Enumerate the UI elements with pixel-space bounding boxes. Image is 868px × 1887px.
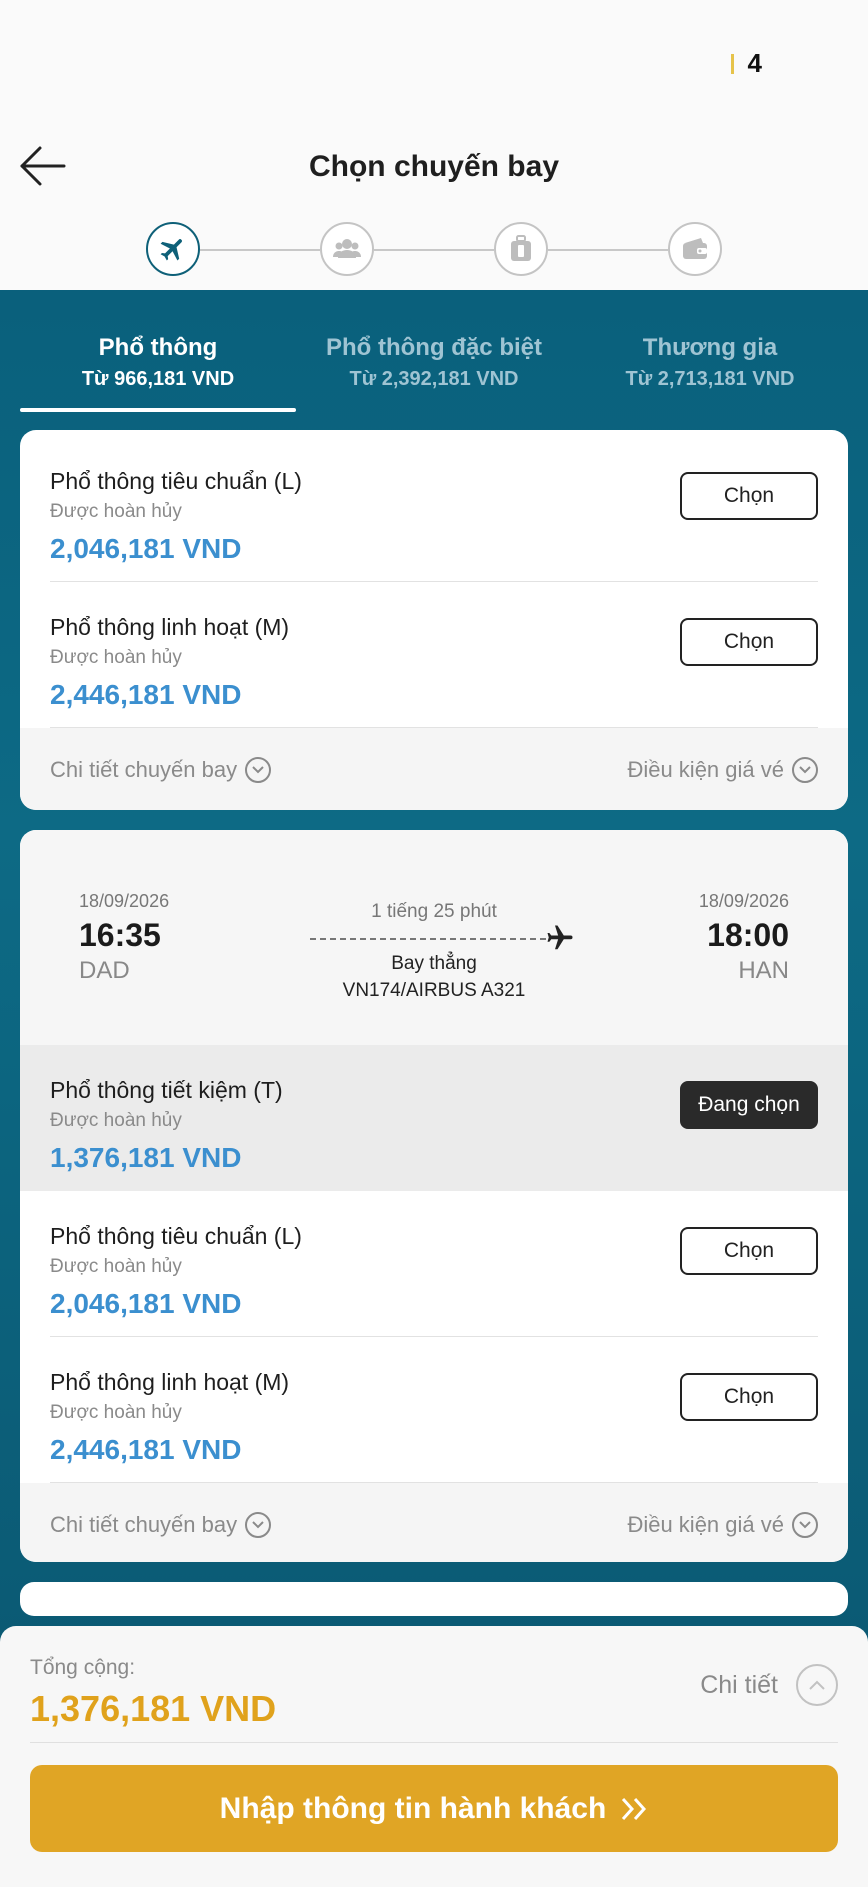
arrival-date: 18/09/2026 [698,891,789,911]
tab-price: Từ 2,713,181 VND [625,368,795,390]
flight-info: 18/09/2026 16:35 DAD 1 tiếng 25 phút Bay… [20,830,848,1045]
fare-conditions-link[interactable]: Điều kiện giá vé [627,757,818,783]
choose-fare-button[interactable]: Chọn [680,1373,818,1421]
fare-option: Phổ thông linh hoạt (M) Được hoàn hủy 2,… [20,1337,848,1483]
tab-price: Từ 966,181 VND [81,368,235,390]
flight-card: 18/09/2026 16:35 DAD 1 tiếng 25 phút Bay… [20,830,848,1562]
flight-details-link[interactable]: Chi tiết chuyến bay [50,757,272,783]
status-indicator: 4 [730,48,762,79]
choose-fare-button[interactable]: Chọn [680,618,818,666]
tab-name: Thương gia [642,334,778,361]
tab-price: Từ 2,392,181 VND [349,368,519,390]
tab-premium-economy[interactable]: Phổ thông đặc biệt Từ 2,392,181 VND [296,300,572,414]
choose-fare-button[interactable]: Chọn [680,472,818,520]
total-label: Tổng cộng: [30,1656,136,1679]
enter-passenger-info-button[interactable]: Nhập thông tin hành khách [30,1765,838,1852]
step-connector [548,249,668,251]
status-mark [730,53,734,74]
tab-name: Phổ thông [98,334,218,361]
tab-name: Phổ thông đặc biệt [326,334,542,361]
divider [30,1742,838,1743]
tab-economy[interactable]: Phổ thông Từ 966,181 VND [20,300,296,414]
status-number: 4 [747,48,762,78]
flight-details-label: Chi tiết chuyến bay [50,757,238,782]
passengers-icon [333,239,361,258]
flight-card: Phổ thông tiêu chuẩn (L) Được hoàn hủy 2… [20,430,848,810]
flight-number: VN174/AIRBUS A321 [342,980,526,1001]
step-flight[interactable] [146,222,200,276]
card-footer: Chi tiết chuyến bay Điều kiện giá vé [20,1483,848,1562]
chevron-up-icon [796,1664,838,1706]
flight-card-next [20,1582,848,1616]
fare-option: Phổ thông linh hoạt (M) Được hoàn hủy 2,… [20,582,848,728]
route-line [310,938,546,940]
page-title: Chọn chuyến bay [308,150,560,183]
booking-steps [146,222,722,278]
arrival-airport: HAN [738,957,789,984]
total-price: 1,376,181 VND [30,1688,277,1729]
baggage-icon [511,235,531,261]
header-area: 4 Chọn chuyến bay [0,0,868,290]
fare-price: 2,446,181 VND [50,679,242,710]
arrival-time: 18:00 [707,917,789,953]
fare-option: Phổ thông tiêu chuẩn (L) Được hoàn hủy 2… [20,1191,848,1337]
chevron-down-icon [245,757,272,783]
cta-label: Nhập thông tin hành khách [219,1791,607,1825]
fare-price: 2,446,181 VND [50,1434,242,1465]
fare-price: 2,046,181 VND [50,1288,242,1319]
summary-panel: Tổng cộng: 1,376,181 VND Chi tiết Nhập t… [0,1626,868,1887]
flight-details-link[interactable]: Chi tiết chuyến bay [50,1512,272,1538]
tab-business[interactable]: Thương gia Từ 2,713,181 VND [572,300,848,414]
step-passengers[interactable] [320,222,374,276]
airplane-icon [160,239,182,261]
chevron-down-icon [792,1512,818,1538]
price-detail-toggle[interactable]: Chi tiết [700,1664,838,1706]
card-footer: Chi tiết chuyến bay Điều kiện giá vé [20,728,848,810]
fare-conditions-link[interactable]: Điều kiện giá vé [627,1512,818,1538]
fare-conditions-label: Điều kiện giá vé [627,757,784,782]
choose-fare-button[interactable]: Chọn [680,1227,818,1275]
chevron-down-icon [792,757,818,783]
selected-fare-button[interactable]: Đang chọn [680,1081,818,1129]
airplane-icon [547,925,573,950]
fare-price: 2,046,181 VND [50,533,242,564]
chevron-down-icon [245,1512,272,1538]
flight-type: Bay thẳng [391,953,477,974]
step-connector [200,249,320,251]
step-baggage[interactable] [494,222,548,276]
fare-conditions-label: Điều kiện giá vé [627,1512,784,1537]
fare-price: 1,376,181 VND [50,1142,242,1173]
wallet-icon [683,238,707,259]
step-payment[interactable] [668,222,722,276]
flight-details-label: Chi tiết chuyến bay [50,1512,238,1537]
fare-option: Phổ thông tiêu chuẩn (L) Được hoàn hủy 2… [20,436,848,582]
fare-option-selected: Phổ thông tiết kiệm (T) Được hoàn hủy 1,… [20,1045,848,1191]
double-chevron-right-icon [622,1797,647,1820]
price-detail-label: Chi tiết [700,1670,778,1699]
cabin-tabs: Phổ thông Từ 966,181 VND Phổ thông đặc b… [20,300,848,414]
step-connector [374,249,494,251]
